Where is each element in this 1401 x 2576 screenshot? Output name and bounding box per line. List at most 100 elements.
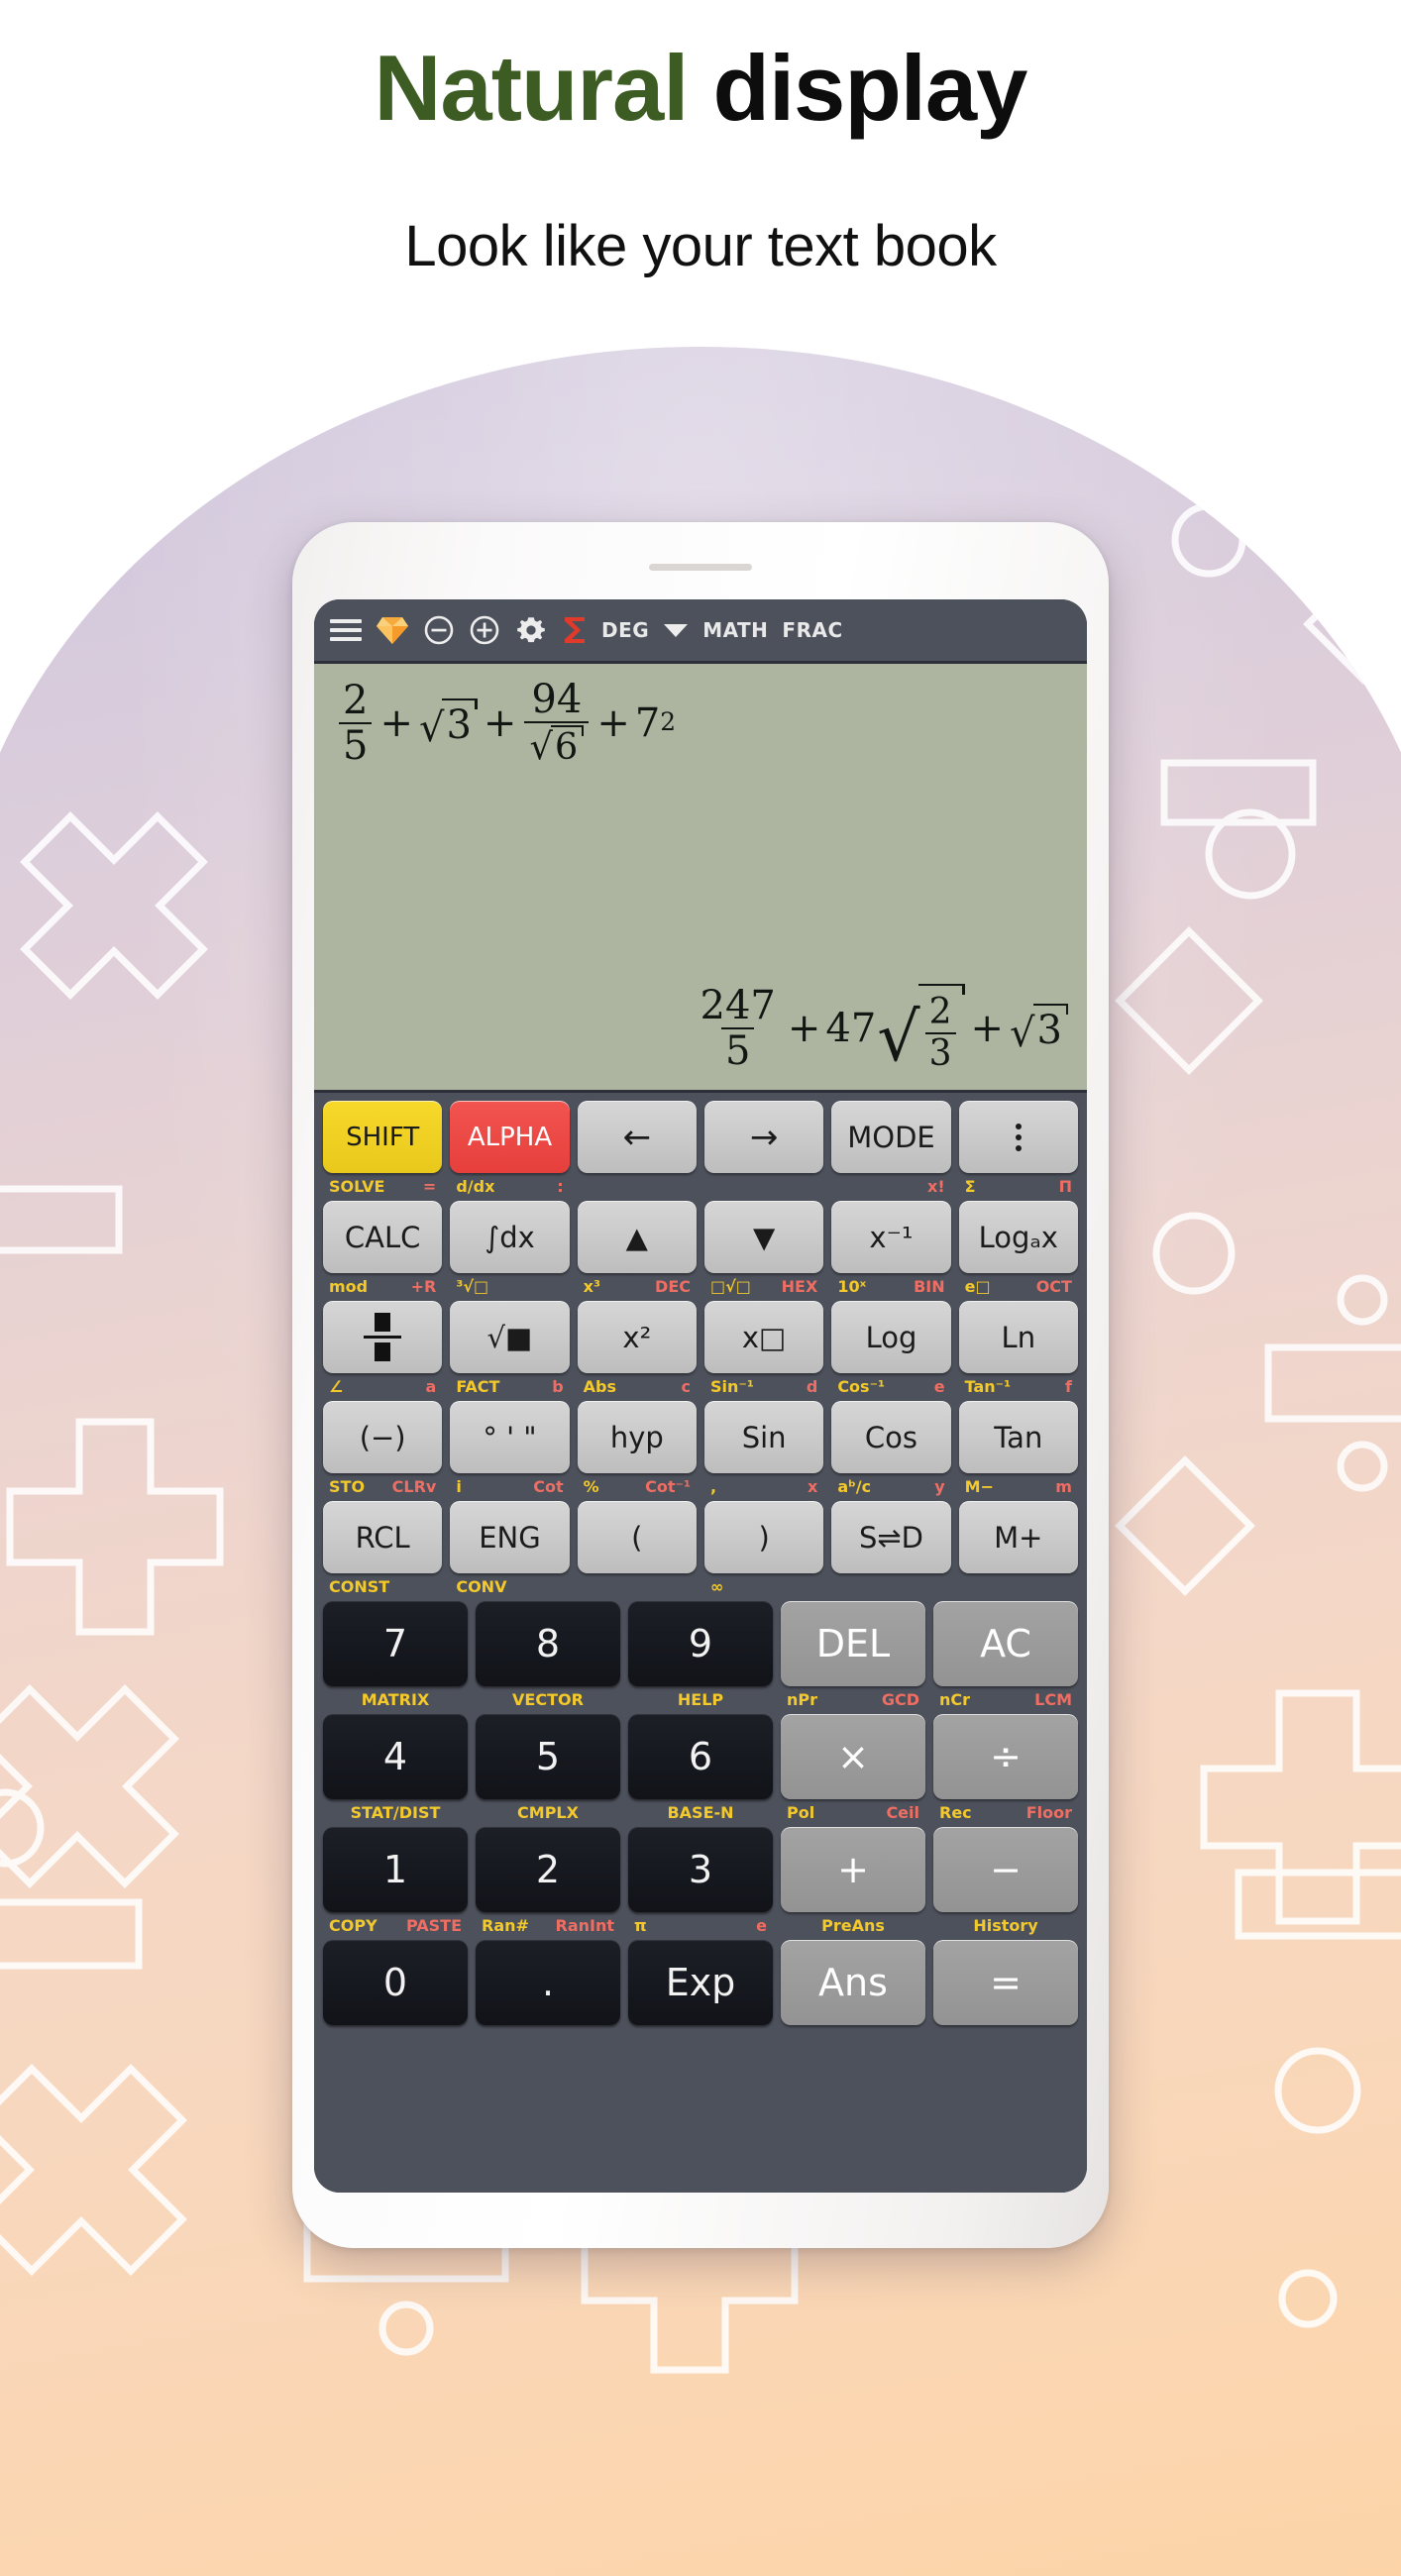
chevron-down-icon[interactable]	[663, 610, 689, 650]
key-s-d[interactable]: S⇌D	[831, 1501, 951, 1573]
overflow-menu-key[interactable]	[958, 1101, 1078, 1173]
key-key[interactable]: (	[577, 1501, 697, 1573]
key-calc[interactable]: CALC	[323, 1201, 443, 1273]
fraction-numerator: 2	[928, 992, 952, 1032]
square-root-key[interactable]: √■	[450, 1301, 570, 1373]
key-x[interactable]: x□	[703, 1301, 824, 1373]
secondary-label-alpha: d	[806, 1377, 818, 1396]
key-x[interactable]: x²	[577, 1301, 697, 1373]
keypad-row-1: SHIFT ALPHA ← → MODE	[323, 1101, 1078, 1173]
key-label: 2	[535, 1848, 561, 1891]
key-cos[interactable]: Cos	[831, 1401, 951, 1473]
key-1[interactable]: 1	[323, 1827, 468, 1912]
key-label: Cos	[864, 1420, 918, 1454]
key-key[interactable]: −	[933, 1827, 1078, 1912]
key-shift[interactable]: SHIFT	[323, 1101, 443, 1173]
left-arrow-key[interactable]: ←	[577, 1101, 697, 1173]
key-8[interactable]: 8	[476, 1601, 620, 1686]
plus-circle-icon[interactable]	[469, 610, 500, 650]
right-arrow-key[interactable]: →	[703, 1101, 824, 1173]
secondary-label-alpha: Π	[1058, 1177, 1072, 1196]
key-eng[interactable]: ENG	[450, 1501, 570, 1573]
sigma-icon[interactable]	[562, 610, 588, 650]
radicand: 6	[550, 725, 585, 766]
key-hyp[interactable]: hyp	[577, 1401, 697, 1473]
secondary-label-cell: SOLVE =	[323, 1179, 442, 1195]
keypad-row-5: RCL ENG () S⇌D M+	[323, 1501, 1078, 1573]
secondary-label-cell: Cos⁻¹ e	[831, 1379, 950, 1395]
key-del[interactable]: DEL	[781, 1601, 925, 1686]
secondary-label-cell: COPY PASTE	[323, 1918, 468, 1934]
secondary-label-shift: □√□	[709, 1277, 751, 1296]
key-key[interactable]: =	[933, 1940, 1078, 2025]
key-key[interactable]: .	[476, 1940, 620, 2025]
fraction-key[interactable]	[323, 1301, 443, 1373]
key-5[interactable]: 5	[476, 1714, 620, 1799]
secondary-label-shift: COPY	[329, 1916, 377, 1935]
key-7[interactable]: 7	[323, 1601, 468, 1686]
secondary-label-cell: FACT b	[450, 1379, 569, 1395]
secondary-label-cell: Sin⁻¹ d	[704, 1379, 823, 1395]
down-arrow-key[interactable]: ▼	[703, 1201, 824, 1273]
math-mode-label[interactable]: MATH	[702, 618, 768, 642]
key-6[interactable]: 6	[628, 1714, 773, 1799]
secondary-label-shift: i	[456, 1477, 462, 1496]
key-log-x[interactable]: Logₐx	[958, 1201, 1078, 1273]
expression-operator-3: +	[596, 699, 630, 746]
key-key[interactable]: +	[781, 1827, 925, 1912]
angle-mode-label[interactable]: DEG	[601, 618, 649, 642]
key-label: 0	[382, 1961, 408, 2004]
key-alpha[interactable]: ALPHA	[450, 1101, 570, 1173]
key-log[interactable]: Log	[831, 1301, 951, 1373]
keypad-secondary-label-row-7: STAT/DIST CMPLX BASE-N Pol Ceil Rec Floor	[323, 1800, 1078, 1826]
key-ln[interactable]: Ln	[958, 1301, 1078, 1373]
key-label: ▲	[625, 1220, 648, 1254]
frac-mode-label[interactable]: FRAC	[782, 618, 842, 642]
key-m[interactable]: M+	[958, 1501, 1078, 1573]
key-4[interactable]: 4	[323, 1714, 468, 1799]
key-ac[interactable]: AC	[933, 1601, 1078, 1686]
fraction-denominator: 5	[720, 1026, 755, 1071]
key-dx[interactable]: ∫dx	[450, 1201, 570, 1273]
secondary-label-cell: □√□ HEX	[704, 1279, 823, 1295]
key-key[interactable]: ×	[781, 1714, 925, 1799]
key-0[interactable]: 0	[323, 1940, 468, 2025]
key-exp[interactable]: Exp	[628, 1940, 773, 2025]
up-arrow-key[interactable]: ▲	[577, 1201, 697, 1273]
key-sin[interactable]: Sin	[703, 1401, 824, 1473]
key-key[interactable]: ÷	[933, 1714, 1078, 1799]
keypad-secondary-label-row-8: COPY PASTE Ran# RanInt π e PreAns History	[323, 1913, 1078, 1939]
secondary-label-cell: Ran# RanInt	[476, 1918, 620, 1934]
display-result: 247 5 + 47 √ 2 3 + √ 3	[694, 984, 1070, 1072]
secondary-label-alpha: LCM	[1034, 1690, 1072, 1709]
secondary-label-cell: i Cot	[450, 1479, 569, 1495]
key-label: Logₐx	[978, 1220, 1058, 1254]
key-2[interactable]: 2	[476, 1827, 620, 1912]
gear-icon[interactable]	[514, 610, 548, 650]
key-9[interactable]: 9	[628, 1601, 773, 1686]
calculator-display[interactable]: 2 5 + √ 3 + 94 √ 6 + 7 2 247 5 + 47 √ 2 …	[314, 661, 1087, 1093]
key-mode[interactable]: MODE	[831, 1101, 951, 1173]
key-key[interactable]: )	[703, 1501, 824, 1573]
key-3[interactable]: 3	[628, 1827, 773, 1912]
secondary-label-shift: Pol	[787, 1803, 815, 1822]
key-key[interactable]: ° ' "	[450, 1401, 570, 1473]
secondary-label-alpha: +R	[410, 1277, 437, 1296]
radical-sign: √	[877, 999, 920, 1077]
secondary-label-alpha: c	[681, 1377, 691, 1396]
secondary-label-alpha: m	[1055, 1477, 1072, 1496]
key-rcl[interactable]: RCL	[323, 1501, 443, 1573]
hamburger-menu-icon[interactable]	[330, 610, 362, 650]
secondary-label-shift: aᵇ/c	[837, 1477, 872, 1496]
expression-operator-2: +	[483, 699, 517, 746]
secondary-label-shift: %	[583, 1477, 599, 1496]
key-key[interactable]: (−)	[323, 1401, 443, 1473]
diamond-icon[interactable]	[376, 610, 409, 650]
secondary-label-cell: Tan⁻¹ f	[959, 1379, 1078, 1395]
key-ans[interactable]: Ans	[781, 1940, 925, 2025]
secondary-label-shift: Abs	[583, 1377, 617, 1396]
key-x[interactable]: x⁻¹	[831, 1201, 951, 1273]
key-tan[interactable]: Tan	[958, 1401, 1078, 1473]
minus-circle-icon[interactable]	[423, 610, 455, 650]
secondary-label-shift: VECTOR	[512, 1690, 584, 1709]
